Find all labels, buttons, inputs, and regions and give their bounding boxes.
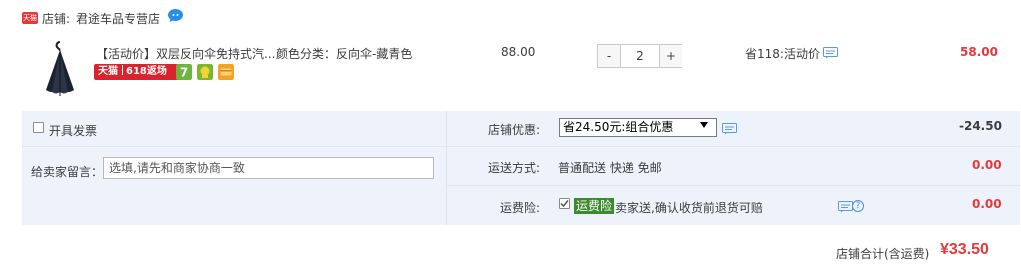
item-title-link[interactable]: 【活动价】双层反向伞免持式汽...: [96, 45, 275, 62]
insurance-label: 运费险:: [499, 201, 540, 215]
item-attribute: 颜色分类：反向伞-藏青色: [276, 47, 413, 61]
comment-icon[interactable]: [722, 123, 737, 135]
tag-brand: 天猫: [98, 66, 118, 77]
shipping-method: 普通配送 快递 免邮: [558, 161, 662, 175]
unit-price: 88.00: [501, 45, 536, 59]
credit-card-icon: [218, 64, 234, 80]
shop-total-value: ¥33.50: [940, 241, 989, 258]
shipping-fee: 0.00: [972, 158, 1002, 172]
comment-icon[interactable]: [823, 47, 838, 59]
shipping-label: 运送方式:: [487, 161, 540, 175]
insurance-checkbox[interactable]: [559, 198, 570, 209]
promo-tag: 天猫 618返场: [94, 64, 188, 80]
message-to-seller-input[interactable]: 选填,请先和商家协商一致: [103, 157, 434, 179]
panel-divider: [446, 185, 1020, 186]
shop-label: 店铺:: [42, 12, 71, 26]
message-label: 给卖家留言：: [31, 165, 104, 179]
item-subtotal: 58.00: [960, 45, 998, 59]
panel-divider-vertical: [446, 111, 447, 225]
chevron-down-icon[interactable]: [700, 122, 708, 128]
seven-day-return-icon: 7: [176, 64, 192, 80]
quantity-increment-button[interactable]: +: [659, 45, 682, 67]
svg-text:7: 7: [180, 66, 188, 80]
insurance-description: 卖家送,确认收货前退货可赔: [615, 201, 763, 215]
checkmark-icon: [560, 200, 569, 208]
promo-savings: 省118:活动价: [745, 47, 820, 61]
quantity-decrement-button[interactable]: -: [598, 45, 621, 67]
invoice-label: 开具发票: [49, 124, 98, 138]
guarantee-badge-icon: [197, 64, 213, 80]
chat-bubble-icon[interactable]: [167, 8, 184, 23]
discount-select[interactable]: 省24.50元:组合优惠: [559, 118, 717, 137]
comment-icon[interactable]: [838, 201, 853, 213]
tag-promo: 618返场: [126, 66, 167, 77]
discount-label: 店铺优惠:: [487, 123, 540, 137]
insurance-tag: 运费险: [574, 198, 615, 214]
tmall-badge-icon: 天猫: [22, 12, 38, 24]
shop-total-label: 店铺合计(含运费): [836, 247, 930, 261]
panel-divider: [22, 146, 1020, 147]
invoice-checkbox[interactable]: [33, 122, 44, 133]
product-thumbnail[interactable]: [30, 40, 90, 100]
discount-value: -24.50: [959, 119, 1002, 133]
shop-name-link[interactable]: 君途车品专营店: [76, 10, 160, 27]
insurance-fee: 0.00: [972, 197, 1002, 211]
help-icon[interactable]: ?: [852, 200, 864, 212]
quantity-input[interactable]: 2: [621, 45, 659, 67]
